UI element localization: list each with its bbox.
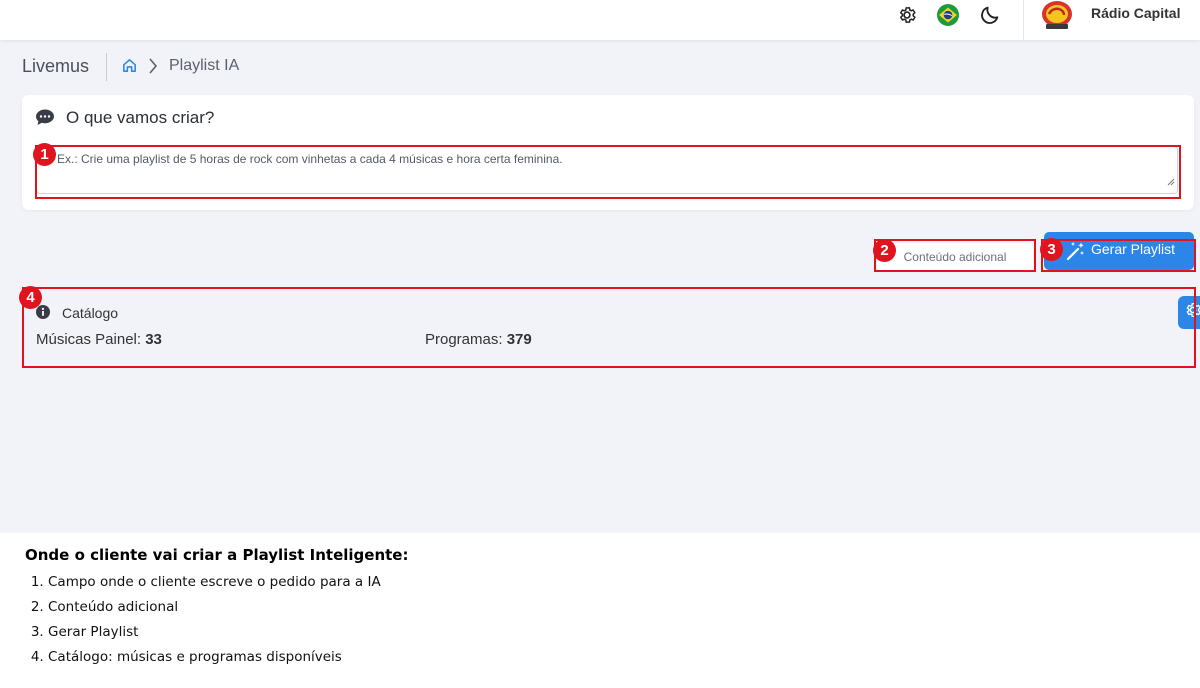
chat-bubble-icon [35,108,55,131]
home-icon[interactable] [121,57,138,79]
callout-badge-1: 1 [33,143,56,166]
notes-list: Campo onde o cliente escreve o pedido pa… [25,574,408,674]
breadcrumb-current-page: Playlist IA [169,57,240,74]
chevron-right-icon [146,57,160,80]
topbar-divider [1023,0,1024,40]
top-bar: Rádio Capital [0,0,1200,40]
station-logo[interactable] [1039,0,1075,30]
moon-icon[interactable] [977,2,1003,28]
callout-box-1 [35,145,1181,199]
brazil-flag-icon[interactable] [935,2,961,28]
prompt-card-title: O que vamos criar? [66,108,215,127]
notes-item-3: Gerar Playlist [48,624,408,649]
breadcrumb-separator [106,53,107,81]
station-name[interactable]: Rádio Capital [1091,5,1180,21]
callout-box-3 [1041,239,1196,272]
notes-item-2: Conteúdo adicional [48,599,408,624]
callout-badge-3: 3 [1040,238,1063,261]
app-screenshot: Rádio Capital Livemus Playlist IA O que … [0,0,1200,533]
brand-title: Livemus [22,56,90,76]
callout-badge-2: 2 [873,239,896,262]
callout-box-4 [22,287,1196,368]
gear-icon[interactable] [894,2,920,28]
callout-box-2 [874,239,1036,272]
explanation-notes: Onde o cliente vai criar a Playlist Inte… [25,546,408,674]
callout-badge-4: 4 [19,286,42,309]
notes-item-1: Campo onde o cliente escreve o pedido pa… [48,574,408,599]
notes-item-4: Catálogo: músicas e programas disponívei… [48,649,408,674]
notes-heading: Onde o cliente vai criar a Playlist Inte… [25,546,409,564]
